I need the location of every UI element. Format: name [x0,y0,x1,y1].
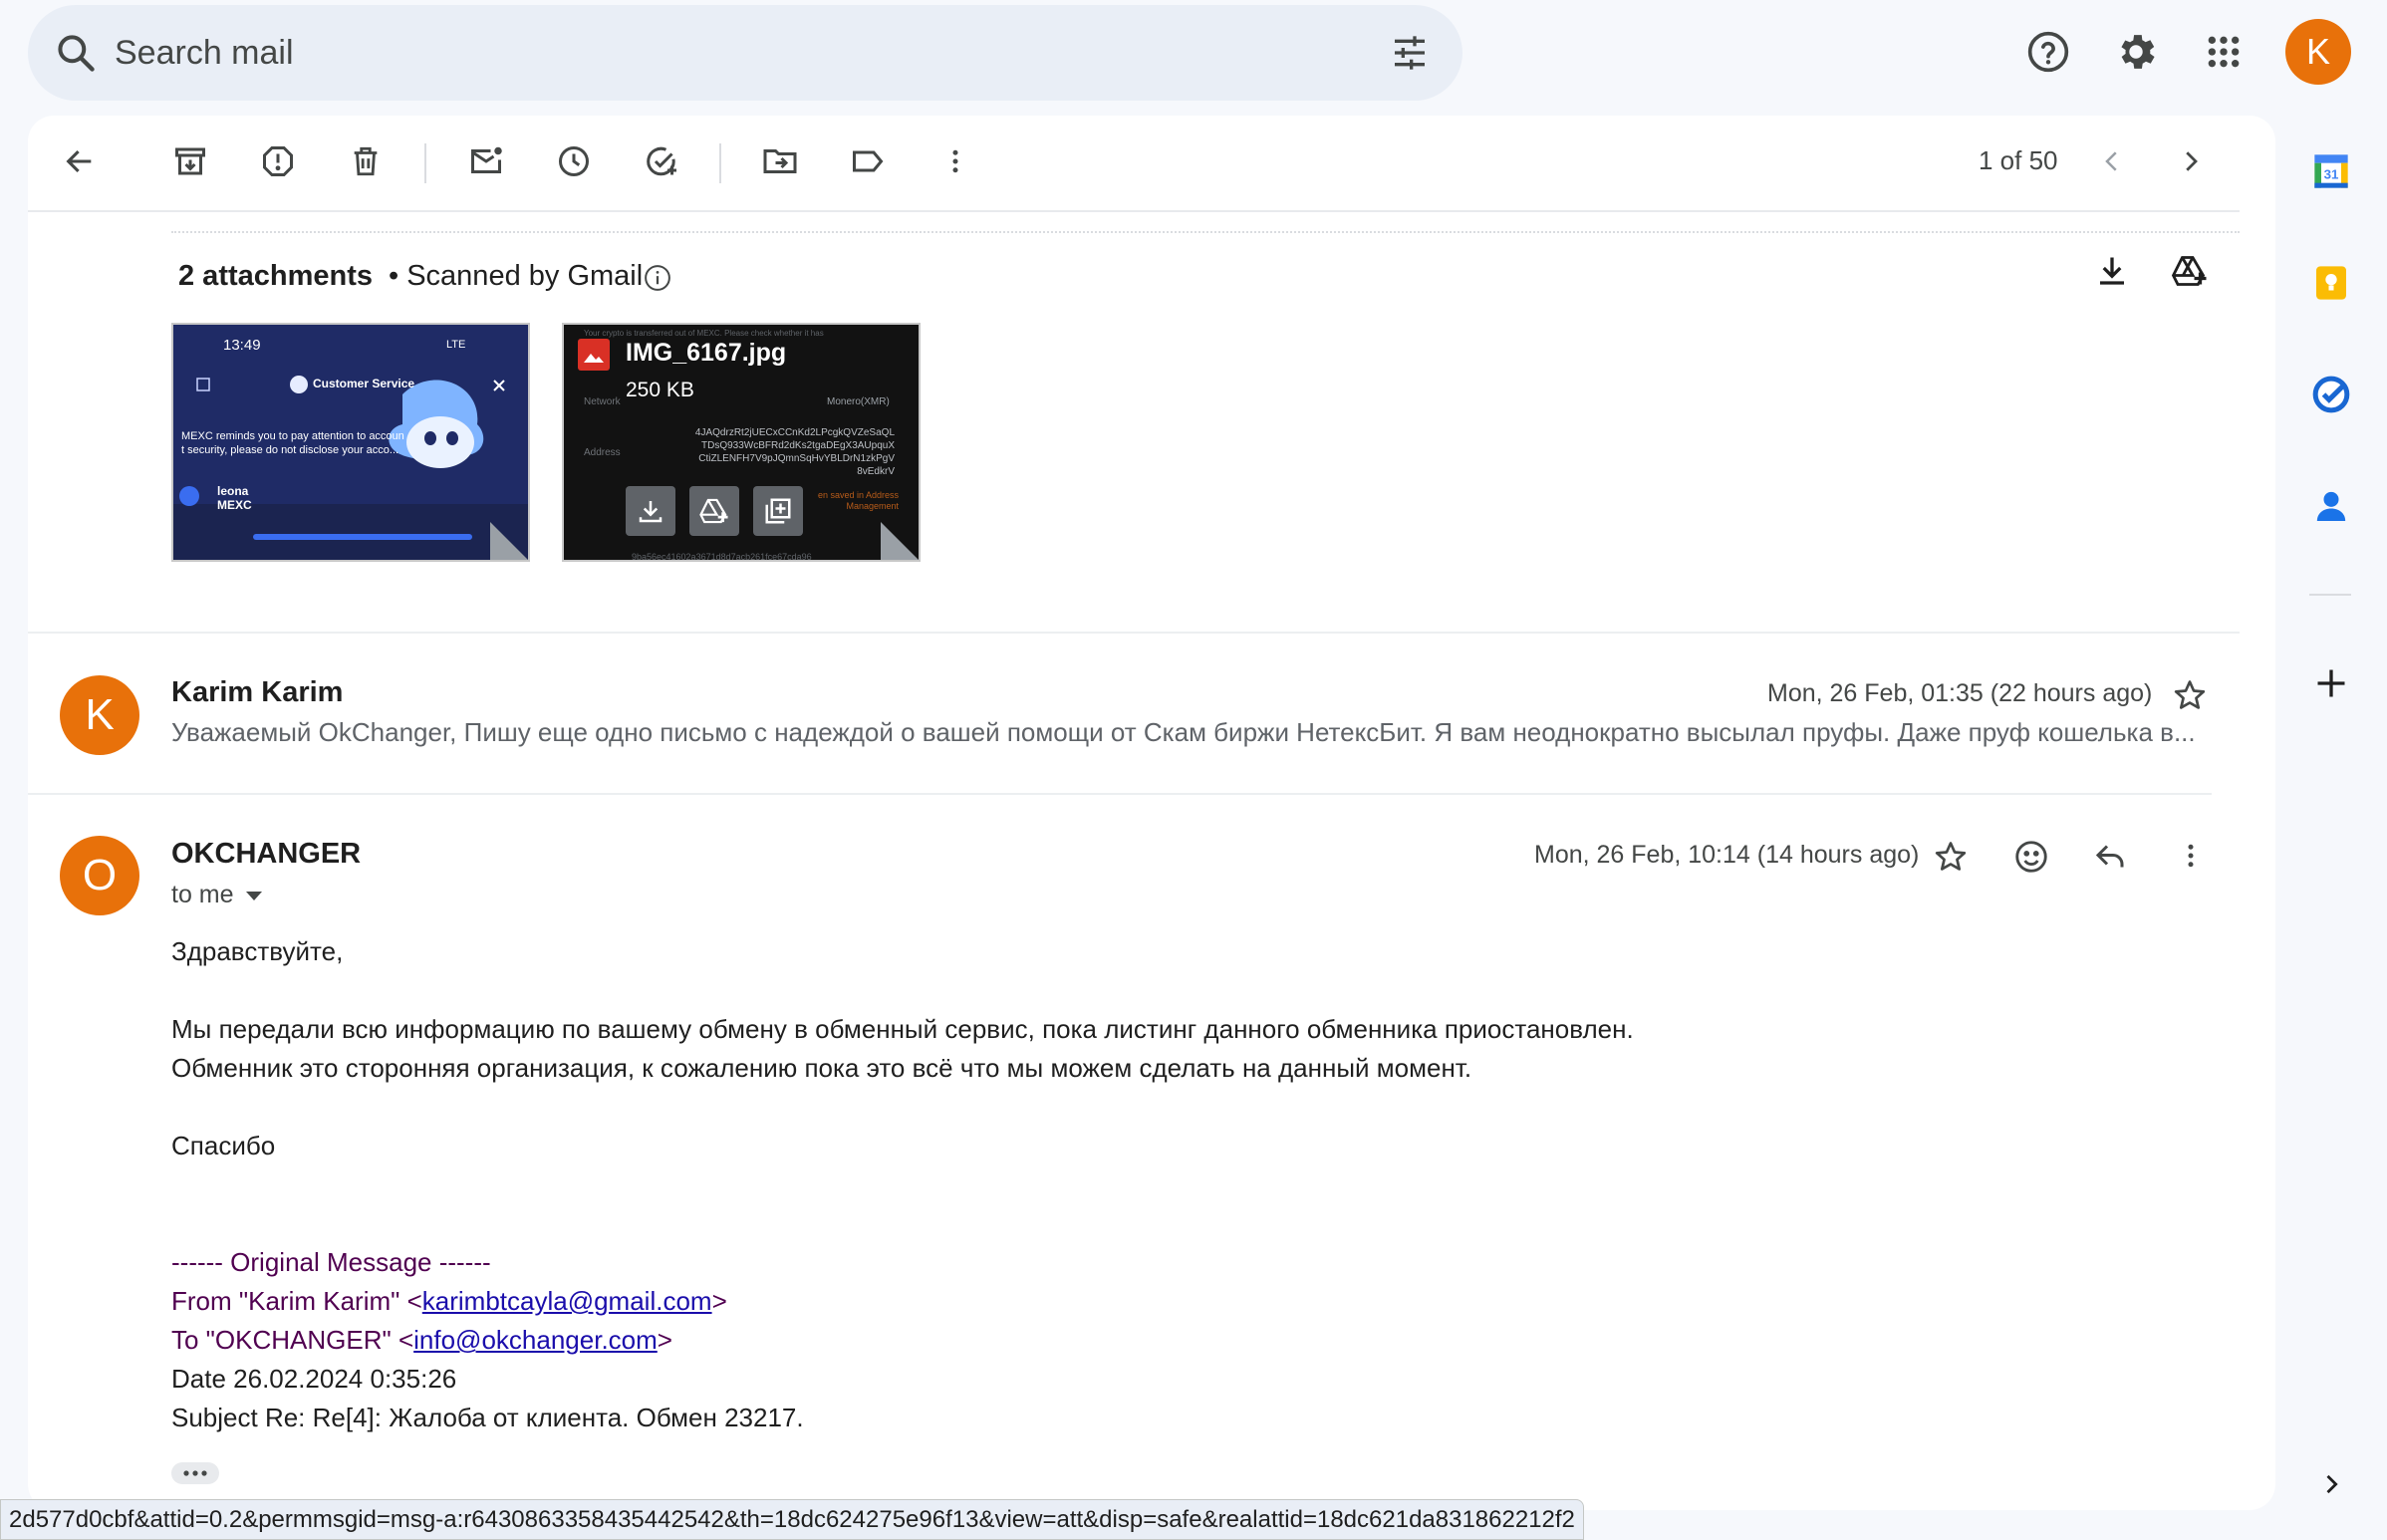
calendar-day: 31 [2324,167,2339,182]
calendar-icon[interactable]: 31 [2303,143,2359,199]
message-separator [28,793,2212,795]
sender-name[interactable]: Karim Karim [171,676,343,709]
sender-avatar: O [60,836,139,915]
original-date: Date 26.02.2024 0:35:26 [171,1364,457,1394]
search-icon[interactable] [54,31,98,75]
search-options-icon[interactable] [1389,33,1431,73]
message-paragraph-2: Обменник это сторонняя организация, к со… [171,1053,1472,1083]
tasks-icon[interactable] [2303,367,2359,422]
help-icon[interactable] [2018,22,2078,82]
image-file-icon [578,339,610,371]
download-attachment-icon[interactable] [626,486,675,536]
message-date: Mon, 26 Feb, 01:35 (22 hours ago) [1767,679,2153,707]
search-input[interactable]: Search mail [115,5,294,101]
scanned-by-gmail-label: • Scanned by Gmail [389,260,644,292]
add-addon-icon[interactable] [2303,655,2359,711]
original-from: From "Karim Karim" <karimbtcayla@gmail.c… [171,1286,727,1316]
toolbar-divider [28,210,2240,212]
bg-text: Your crypto is transferred out of MEXC. … [584,329,824,338]
gear-icon[interactable] [2106,22,2166,82]
save-to-drive-icon[interactable] [689,486,739,536]
delete-icon[interactable] [338,133,394,189]
more-vert-icon[interactable] [2176,839,2206,873]
screenshot-agent-org: MEXC [217,498,252,512]
message-snippet[interactable]: Уважаемый OkChanger, Пишу еще одно письм… [171,717,2224,748]
message-thanks: Спасибо [171,1131,276,1160]
move-to-folder-icon[interactable] [752,133,808,189]
archive-icon[interactable] [162,133,218,189]
mark-unread-icon[interactable] [458,133,514,189]
more-vert-icon[interactable] [928,133,983,189]
older-chevron-icon[interactable] [2163,133,2219,189]
attachment-img-6167[interactable]: Your crypto is transferred out of MEXC. … [562,323,921,562]
from-email-link[interactable]: karimbtcayla@gmail.com [422,1286,712,1316]
info-icon[interactable] [643,263,672,293]
contacts-icon[interactable] [2303,478,2359,534]
recipient-details[interactable]: to me [171,881,264,909]
status-bar-url: 2d577d0cbf&attid=0.2&permmsgid=msg-a:r64… [0,1499,1584,1540]
label-icon[interactable] [840,133,896,189]
attachments-divider [171,231,2240,233]
snooze-clock-icon[interactable] [546,133,602,189]
bg-address-block: 4JAQdrzRt2jUECxCCnKd2LPcgkQVZeSaQL TDsQ9… [694,427,895,477]
star-icon[interactable] [1933,839,1969,875]
sender-avatar: K [60,675,139,755]
screenshot-service: Customer Service [313,377,415,390]
sender-name[interactable]: OKCHANGER [171,838,361,871]
download-all-icon[interactable] [2094,253,2130,289]
original-to: To "OKCHANGER" <info@okchanger.com> [171,1325,672,1355]
apps-grid-icon[interactable] [2194,22,2254,82]
star-icon[interactable] [2172,677,2208,713]
screenshot-notice-2: t security, please do not disclose your … [181,444,399,456]
page-corner-fold [881,522,919,560]
show-trimmed-content-button[interactable] [171,1462,219,1484]
toolbar-separator [719,143,721,183]
newer-chevron-icon[interactable] [2084,133,2140,189]
message-date: Mon, 26 Feb, 10:14 (14 hours ago) [1534,841,1920,869]
original-subject: Subject Re: Re[4]: Жалоба от клиента. Об… [171,1403,804,1432]
screenshot-notice-1: MEXC reminds you to pay attention to acc… [181,430,404,442]
emoji-reaction-icon[interactable] [2012,838,2050,876]
search-bar[interactable]: Search mail [28,5,1462,101]
report-spam-icon[interactable] [250,133,306,189]
toolbar-separator [424,143,426,183]
message-greeting: Здравствуйте, [171,936,344,966]
pagination-count: 1 of 50 [1979,145,2058,175]
screenshot-signal: LTE [446,339,466,351]
screenshot-time: 13:49 [223,337,261,354]
add-to-drive-icon[interactable] [2170,253,2210,289]
mexc-chat-screenshot [173,325,528,560]
caret-down-icon[interactable] [244,889,264,902]
bg-saved-note: en saved in Address Management [817,490,899,511]
bg-address-label: Address [584,447,621,458]
attachment-filename: IMG_6167.jpg [626,339,787,367]
add-to-photos-icon[interactable] [753,486,803,536]
message-paragraph-1: Мы передали всю информацию по вашему обм… [171,1014,1634,1044]
attachment-filesize: 250 KB [626,379,694,401]
bg-hash: 9ba56ec41602a3671d8d7acb261fce67cda96 [632,552,812,562]
reply-icon[interactable] [2092,839,2128,875]
message-separator [28,632,2240,634]
bg-network-value: Monero(XMR) [827,396,890,407]
attachment-thumbnail-screenshot[interactable]: 13:49 LTE Customer Service MEXC reminds … [171,323,530,562]
original-message-header: ------ Original Message ------ [171,1247,491,1277]
keep-icon[interactable] [2303,255,2359,311]
recipient-label: to me [171,881,234,908]
show-side-panel-chevron-icon[interactable] [2303,1456,2359,1512]
back-arrow-icon[interactable] [52,133,108,189]
account-avatar[interactable]: K [2285,19,2351,85]
to-email-link[interactable]: info@okchanger.com [413,1325,658,1355]
page-corner-fold [490,522,528,560]
add-to-tasks-icon[interactable] [634,133,689,189]
attachments-count: 2 attachments [178,260,374,292]
side-panel-divider [2309,594,2351,596]
message-view: 1 of 50 2 attachments • Scanned by Gmail [28,116,2275,1510]
bg-network-label: Network [584,396,621,407]
screenshot-agent: leona [217,484,249,498]
